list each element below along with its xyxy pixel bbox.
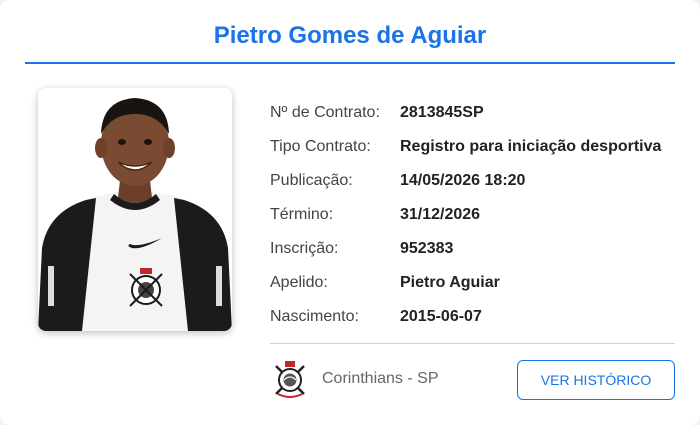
detail-row-nickname: Apelido: Pietro Aguiar xyxy=(270,266,680,300)
detail-row-registration: Inscrição: 952383 xyxy=(270,232,680,266)
player-card: Pietro Gomes de Aguiar Nº de Contrato: 2… xyxy=(0,0,700,425)
detail-row-publication: Publicação: 14/05/2026 18:20 xyxy=(270,164,680,198)
detail-row-contract-number: Nº de Contrato: 2813845SP xyxy=(270,96,680,130)
detail-value: 14/05/2026 18:20 xyxy=(400,172,526,189)
detail-value: Pietro Aguiar xyxy=(400,274,500,291)
detail-label: Publicação: xyxy=(270,172,353,189)
club-name: Corinthians - SP xyxy=(322,370,439,387)
detail-label: Nº de Contrato: xyxy=(270,104,380,121)
detail-row-contract-type: Tipo Contrato: Registro para iniciação d… xyxy=(270,130,680,164)
detail-value: 31/12/2026 xyxy=(400,206,481,223)
detail-value: 952383 xyxy=(400,240,454,257)
view-history-button[interactable]: VER HISTÓRICO xyxy=(517,360,675,400)
detail-value: Registro para iniciação desportiva xyxy=(400,138,662,155)
detail-value: 2015-06-07 xyxy=(400,308,482,325)
detail-label: Inscrição: xyxy=(270,240,339,257)
detail-label: Tipo Contrato: xyxy=(270,138,371,155)
footer-divider xyxy=(270,343,675,344)
detail-value: 2813845SP xyxy=(400,104,484,121)
contract-details: Nº de Contrato: 2813845SP Tipo Contrato:… xyxy=(270,96,680,334)
player-name-title: Pietro Gomes de Aguiar xyxy=(213,22,487,49)
detail-label: Apelido: xyxy=(270,274,328,291)
detail-row-birth-date: Nascimento: 2015-06-07 xyxy=(270,300,680,334)
detail-row-end-date: Término: 31/12/2026 xyxy=(270,198,680,232)
title-divider xyxy=(25,62,675,64)
corinthians-crest-icon xyxy=(274,360,306,398)
detail-label: Nascimento: xyxy=(270,308,359,325)
detail-label: Término: xyxy=(270,206,334,223)
player-photo xyxy=(38,88,232,331)
